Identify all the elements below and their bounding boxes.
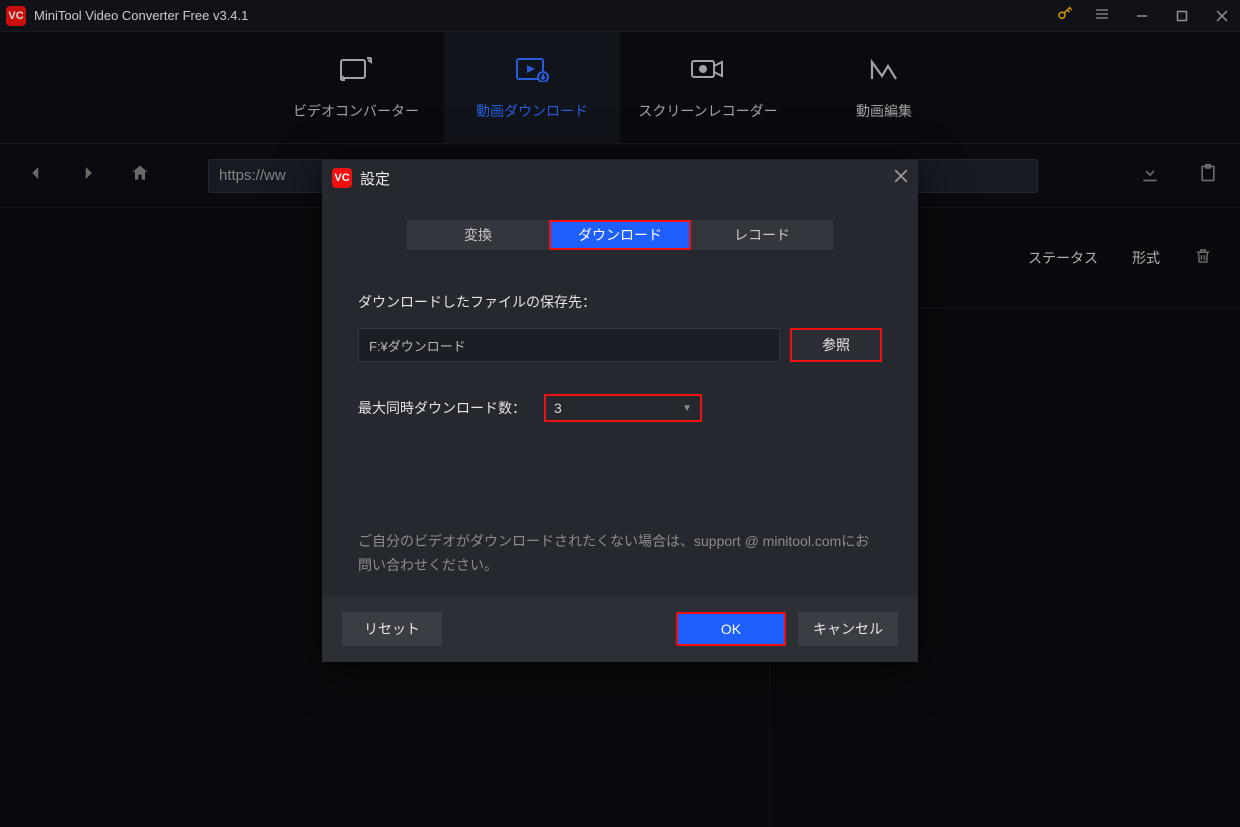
- settings-dialog: VC 設定 変換 ダウンロード レコード ダウンロードしたファイルの保存先： F…: [322, 160, 918, 662]
- save-location-value: F:¥ダウンロード: [369, 336, 466, 355]
- dialog-footer: リセット OK キャンセル: [322, 596, 918, 662]
- dialog-titlebar: VC 設定: [322, 160, 918, 196]
- support-note: ご自分のビデオがダウンロードされたくない場合は、support @ minito…: [358, 530, 882, 578]
- cancel-button[interactable]: キャンセル: [798, 612, 898, 646]
- save-location-input[interactable]: F:¥ダウンロード: [358, 328, 780, 362]
- max-downloads-select[interactable]: 3 ▼: [544, 394, 702, 422]
- settings-tab-convert[interactable]: 変換: [407, 220, 549, 250]
- chevron-down-icon: ▼: [682, 403, 692, 414]
- dialog-close-button[interactable]: [894, 169, 908, 188]
- ok-button[interactable]: OK: [676, 612, 786, 646]
- settings-tabs: 変換 ダウンロード レコード: [358, 220, 882, 250]
- settings-tab-download[interactable]: ダウンロード: [549, 220, 691, 250]
- save-location-label: ダウンロードしたファイルの保存先：: [358, 292, 882, 312]
- browse-button[interactable]: 参照: [790, 328, 882, 362]
- dialog-body: 変換 ダウンロード レコード ダウンロードしたファイルの保存先： F:¥ダウンロ…: [322, 196, 918, 596]
- max-downloads-label: 最大同時ダウンロード数：: [358, 398, 526, 418]
- reset-button[interactable]: リセット: [342, 612, 442, 646]
- dialog-logo-icon: VC: [332, 168, 352, 188]
- max-downloads-value: 3: [554, 400, 562, 416]
- settings-tab-record[interactable]: レコード: [691, 220, 833, 250]
- dialog-title: 設定: [360, 168, 390, 189]
